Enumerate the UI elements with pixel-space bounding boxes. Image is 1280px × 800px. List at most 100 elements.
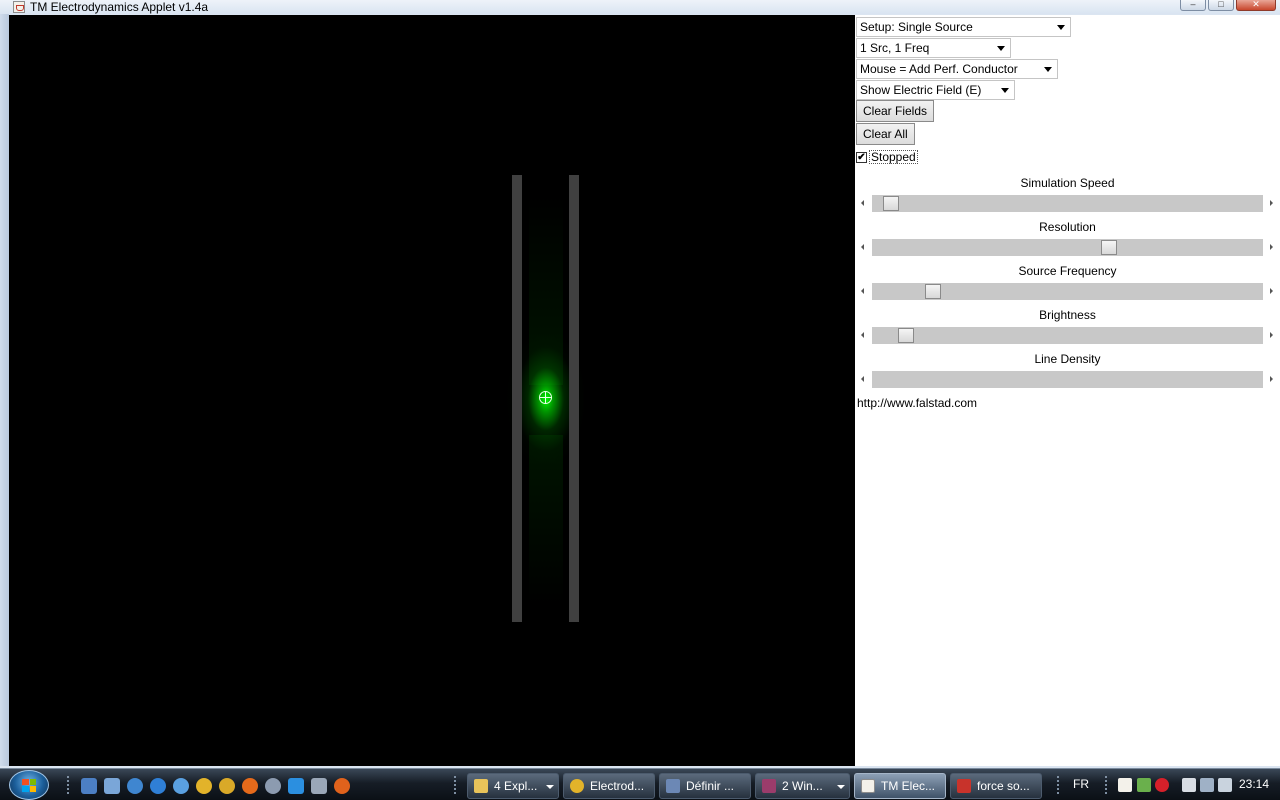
windows-logo-icon <box>22 779 36 792</box>
task-label: 4 Expl... <box>494 779 538 793</box>
switch-windows-icon[interactable] <box>104 778 120 794</box>
chevron-down-icon <box>1001 88 1009 93</box>
minimize-button[interactable]: – <box>1180 0 1206 11</box>
source-crosshair-icon[interactable] <box>539 391 552 404</box>
slider-track[interactable] <box>872 239 1263 256</box>
globe-icon[interactable] <box>265 778 281 794</box>
java-icon <box>861 779 875 793</box>
slider-track[interactable] <box>872 371 1263 388</box>
winrar-icon <box>762 779 776 793</box>
task-chrome[interactable]: Electrod... <box>563 773 655 799</box>
scroll-left-arrow-icon[interactable] <box>855 371 872 388</box>
tool-icon <box>666 779 680 793</box>
device-tray-icon[interactable] <box>1182 778 1196 792</box>
toolbar-grip[interactable] <box>1104 775 1108 795</box>
task-definir[interactable]: Définir ... <box>659 773 751 799</box>
slider-thumb[interactable] <box>1101 240 1117 255</box>
update-tray-icon[interactable] <box>1137 778 1151 792</box>
task-explorer[interactable]: 4 Expl... <box>467 773 559 799</box>
toolbar-grip[interactable] <box>453 775 457 795</box>
line-density-label: Line Density <box>1034 352 1101 366</box>
toolbar-grip[interactable] <box>1056 775 1060 795</box>
scroll-left-arrow-icon[interactable] <box>855 239 872 256</box>
chevron-down-icon <box>997 46 1005 51</box>
falstad-url: http://www.falstad.com <box>857 396 978 410</box>
task-tm-electrodynamics[interactable]: TM Elec... <box>854 773 946 799</box>
setup-select-value: Setup: Single Source <box>860 20 973 34</box>
java-app-icon <box>13 1 25 13</box>
globe-icon[interactable] <box>127 778 143 794</box>
mouse-mode-select-value: Mouse = Add Perf. Conductor <box>860 62 1018 76</box>
scroll-right-arrow-icon[interactable] <box>1263 371 1280 388</box>
scroll-right-arrow-icon[interactable] <box>1263 283 1280 300</box>
filezilla-icon <box>957 779 971 793</box>
simulation-canvas[interactable] <box>9 15 855 766</box>
language-indicator[interactable]: FR <box>1073 777 1089 791</box>
view-select[interactable]: Show Electric Field (E) <box>856 80 1015 100</box>
maximize-button[interactable]: □ <box>1208 0 1234 11</box>
task-label: TM Elec... <box>881 779 936 793</box>
opera-tray-icon[interactable] <box>1155 778 1169 792</box>
conductor-wall-right[interactable] <box>569 175 579 622</box>
resolution-slider[interactable] <box>855 239 1280 256</box>
network-tray-icon[interactable] <box>1200 778 1214 792</box>
scroll-right-arrow-icon[interactable] <box>1263 239 1280 256</box>
chrome-icon[interactable] <box>196 778 212 794</box>
firefox-icon[interactable] <box>242 778 258 794</box>
source-select-value: 1 Src, 1 Freq <box>860 41 930 55</box>
clear-fields-button[interactable]: Clear Fields <box>856 100 935 122</box>
folder-icon <box>474 779 488 793</box>
search-icon[interactable] <box>173 778 189 794</box>
task-label: force so... <box>977 779 1030 793</box>
brightness-slider[interactable] <box>855 327 1280 344</box>
slider-thumb[interactable] <box>883 196 899 211</box>
scroll-left-arrow-icon[interactable] <box>855 283 872 300</box>
window-frame-left <box>0 14 9 766</box>
simulation-speed-slider[interactable] <box>855 195 1280 212</box>
task-label: Définir ... <box>686 779 735 793</box>
volume-icon[interactable] <box>1218 778 1232 792</box>
scroll-right-arrow-icon[interactable] <box>1263 327 1280 344</box>
control-panel: Setup: Single Source 1 Src, 1 Freq Mouse… <box>855 15 1280 766</box>
scroll-left-arrow-icon[interactable] <box>855 327 872 344</box>
line-density-slider[interactable] <box>855 371 1280 388</box>
setup-select[interactable]: Setup: Single Source <box>856 17 1071 37</box>
chrome-icon <box>570 779 584 793</box>
network-icon[interactable] <box>311 778 327 794</box>
show-desktop-icon[interactable] <box>81 778 97 794</box>
chevron-down-icon <box>1057 25 1065 30</box>
window-controls: – □ ✕ <box>1180 0 1276 11</box>
close-button[interactable]: ✕ <box>1236 0 1276 11</box>
chrome-icon[interactable] <box>219 778 235 794</box>
app-icon[interactable] <box>334 778 350 794</box>
java-tray-icon[interactable] <box>1118 778 1132 792</box>
slider-track[interactable] <box>872 195 1263 212</box>
task-winrar[interactable]: 2 Win... <box>755 773 850 799</box>
slider-track[interactable] <box>872 327 1263 344</box>
slider-thumb[interactable] <box>925 284 941 299</box>
task-label: Electrod... <box>590 779 645 793</box>
clear-all-button[interactable]: Clear All <box>856 123 915 145</box>
window-titlebar[interactable]: TM Electrodynamics Applet v1.4a – □ ✕ <box>0 0 1280 14</box>
chevron-down-icon <box>546 785 554 789</box>
source-frequency-slider[interactable] <box>855 283 1280 300</box>
task-filezilla[interactable]: force so... <box>950 773 1042 799</box>
source-select[interactable]: 1 Src, 1 Freq <box>856 38 1011 58</box>
toolbar-grip[interactable] <box>66 775 70 795</box>
simulation-speed-label: Simulation Speed <box>1020 176 1115 190</box>
mouse-mode-select[interactable]: Mouse = Add Perf. Conductor <box>856 59 1058 79</box>
start-button[interactable] <box>9 770 49 800</box>
chevron-down-icon <box>837 785 845 789</box>
checkbox-check-icon[interactable]: ✔ <box>856 151 867 163</box>
scroll-left-arrow-icon[interactable] <box>855 195 872 212</box>
taskbar-clock[interactable]: 23:14 <box>1239 777 1269 791</box>
slider-track[interactable] <box>872 283 1263 300</box>
conductor-wall-left[interactable] <box>512 175 522 622</box>
brightness-label: Brightness <box>1039 308 1096 322</box>
windows-taskbar: 4 Expl... Electrod... Définir ... 2 Win.… <box>0 768 1280 800</box>
media-player-icon[interactable] <box>288 778 304 794</box>
internet-explorer-icon[interactable] <box>150 778 166 794</box>
scroll-right-arrow-icon[interactable] <box>1263 195 1280 212</box>
slider-thumb[interactable] <box>898 328 914 343</box>
stopped-checkbox[interactable]: ✔ Stopped <box>856 150 918 164</box>
